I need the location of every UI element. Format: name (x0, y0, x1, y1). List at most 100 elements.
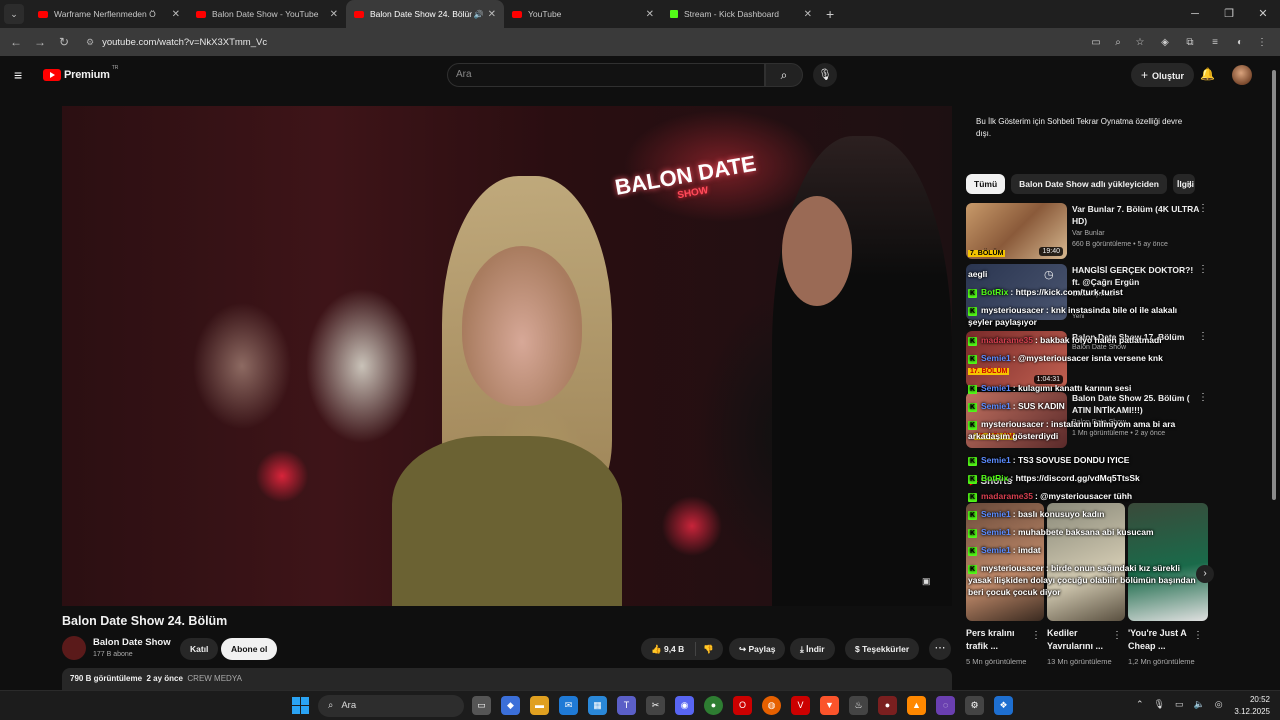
reload-icon[interactable]: ↻ (52, 35, 76, 49)
more-vert-icon[interactable]: ⋮ (1031, 630, 1041, 641)
subscribe-button[interactable]: Abone ol (221, 638, 278, 660)
outlook-icon[interactable]: ✉ (559, 696, 578, 715)
shorts-next-icon[interactable]: › (1196, 565, 1214, 583)
bookmark-star-icon[interactable]: ☆ (1132, 37, 1148, 48)
new-tab-icon[interactable]: + (826, 6, 834, 22)
search-input[interactable]: Ara (447, 63, 765, 87)
download-button[interactable]: ⤓ İndir (790, 638, 835, 660)
brave-icon[interactable]: ▼ (820, 696, 839, 715)
kick-badge-icon: K (968, 565, 977, 574)
search-button[interactable]: ⌕ (765, 63, 803, 87)
speaker-icon[interactable]: 🔊 (474, 10, 484, 19)
extensions-puzzle-icon[interactable]: ⧉ (1182, 37, 1198, 48)
settings-app-icon[interactable]: ⚙ (965, 696, 984, 715)
more-vert-icon[interactable]: ⋮ (1112, 630, 1122, 641)
video-player[interactable]: BALON DATE SHOW ▣ (62, 106, 952, 606)
opera-icon[interactable]: O (733, 696, 752, 715)
copilot-icon[interactable]: ◆ (501, 696, 520, 715)
forward-icon[interactable]: → (28, 35, 52, 49)
firefox-icon[interactable]: ◍ (762, 696, 781, 715)
url-field[interactable]: ⚙ youtube.com/watch?v=NkX3XTmm_Vc (82, 31, 1088, 53)
more-vert-icon[interactable]: ⋮ (1198, 264, 1208, 275)
close-tab-icon[interactable]: ✕ (646, 9, 654, 20)
short-views: 1,2 Mn görüntüleme (1128, 657, 1195, 666)
channel-avatar[interactable] (62, 636, 86, 660)
user-avatar[interactable] (1232, 65, 1252, 85)
extension-shield-icon[interactable]: ◈ (1154, 37, 1176, 48)
like-button[interactable]: 👍 9,4 B (651, 638, 684, 660)
site-info-icon[interactable]: ⚙ (86, 37, 94, 48)
task-view-icon[interactable]: ▭ (472, 696, 491, 715)
steam-icon[interactable]: ♨ (849, 696, 868, 715)
channel-name[interactable]: Balon Date Show (93, 637, 171, 648)
more-vert-icon[interactable]: ⋮ (1198, 392, 1208, 403)
browser-tab-active[interactable]: Balon Date Show 24. Bölüm 🔊 ✕ (346, 0, 504, 28)
thanks-button[interactable]: $ Teşekkürler (845, 638, 920, 660)
profile-icon[interactable]: ◐ (1232, 37, 1248, 48)
teams-icon[interactable]: T (617, 696, 636, 715)
thumbs-down-icon[interactable]: 👎 (703, 638, 714, 660)
close-tab-icon[interactable]: ✕ (804, 9, 812, 20)
back-icon[interactable]: ← (4, 35, 28, 49)
join-button[interactable]: Katıl (180, 638, 219, 660)
close-window-icon[interactable]: ✕ (1246, 0, 1280, 28)
taskbar-clock[interactable]: 20:52 3.12.2025 (1230, 694, 1270, 718)
watch-later-icon[interactable]: ◷ (1044, 268, 1054, 281)
recommendation-item[interactable]: 7. BÖLÜM 19:40 Var Bunlar 7. Bölüm (4K U… (966, 203, 1216, 259)
description-tag[interactable]: CREW MEDYA (187, 674, 242, 683)
app-icon[interactable]: ❖ (994, 696, 1013, 715)
short-title[interactable]: Kediler Yavrularını ... (1047, 627, 1113, 653)
chat-app-icon[interactable]: ◌ (936, 696, 955, 715)
chat-message: K Semie1: muhabbete baksana abi kusucam (968, 526, 1154, 538)
browser-tab[interactable]: Warframe Nerflenmeden Ö ✕ (30, 0, 188, 28)
more-actions-icon[interactable]: ⋯ (929, 638, 951, 660)
volume-icon[interactable]: 🔈 (1194, 699, 1205, 710)
more-vert-icon[interactable]: ⋮ (1198, 203, 1208, 214)
scrollbar-thumb[interactable] (1272, 70, 1276, 500)
more-vert-icon[interactable]: ⋮ (1193, 630, 1203, 641)
share-button[interactable]: ↪ Paylaş (729, 638, 786, 660)
player-settings-icon[interactable]: ▣ (922, 576, 931, 587)
network-icon[interactable]: ◎ (1215, 699, 1223, 710)
discord-icon[interactable]: ◉ (675, 696, 694, 715)
snipping-icon[interactable]: ✂ (646, 696, 665, 715)
obs-icon[interactable]: ● (878, 696, 897, 715)
voice-search-icon[interactable]: 🎙 (813, 63, 837, 87)
browser-menu-icon[interactable]: ⋮ (1254, 37, 1270, 48)
youtube-logo[interactable]: Premium TR (43, 65, 118, 81)
zoom-icon[interactable]: ⌕ (1110, 37, 1126, 48)
like-dislike-group: 👍 9,4 B 👎 (641, 638, 723, 660)
vlc-icon[interactable]: ▲ (907, 696, 926, 715)
chip-all[interactable]: Tümü (966, 174, 1006, 194)
more-vert-icon[interactable]: ⋮ (1198, 331, 1208, 342)
display-icon[interactable]: ▭ (1175, 699, 1184, 710)
page-scrollbar[interactable] (1270, 60, 1278, 690)
file-explorer-icon[interactable]: ▬ (530, 696, 549, 715)
close-tab-icon[interactable]: ✕ (172, 9, 180, 20)
close-tab-icon[interactable]: ✕ (488, 9, 496, 20)
browser-tab[interactable]: Stream - Kick Dashboard ✕ (662, 0, 820, 28)
chevron-right-icon[interactable]: › (1188, 178, 1192, 192)
windows-start-icon[interactable] (292, 697, 309, 714)
browser-tab[interactable]: Balon Date Show - YouTube ✕ (188, 0, 346, 28)
cast-icon[interactable]: ▭ (1088, 37, 1104, 48)
minimize-icon[interactable]: ─ (1178, 0, 1212, 28)
short-title[interactable]: Pers kralını trafik ... (966, 627, 1032, 653)
tray-chevron-icon[interactable]: ⌃ (1136, 699, 1144, 710)
media-control-icon[interactable]: ≡ (1204, 37, 1226, 48)
maximize-icon[interactable]: ❐ (1212, 0, 1246, 28)
menu-icon[interactable]: ≡ (14, 67, 30, 83)
store-icon[interactable]: ▦ (588, 696, 607, 715)
microphone-icon[interactable]: 🎙 (1154, 699, 1165, 710)
vivaldi-icon[interactable]: V (791, 696, 810, 715)
description-box[interactable]: 790 B görüntüleme 2 ay önce CREW MEDYA (62, 668, 952, 690)
chrome-icon[interactable]: ● (704, 696, 723, 715)
short-title[interactable]: 'You're Just A Cheap ... (1128, 627, 1194, 653)
browser-tab[interactable]: YouTube ✕ (504, 0, 662, 28)
chip-from-uploader[interactable]: Balon Date Show adlı yükleyiciden (1011, 174, 1167, 194)
close-tab-icon[interactable]: ✕ (330, 9, 338, 20)
create-button[interactable]: + Oluştur (1131, 63, 1195, 87)
notifications-bell-icon[interactable]: 🔔 (1200, 67, 1215, 81)
taskbar-search[interactable]: ⌕ Ara (318, 695, 464, 717)
tab-search-icon[interactable]: ⌄ (4, 4, 24, 24)
